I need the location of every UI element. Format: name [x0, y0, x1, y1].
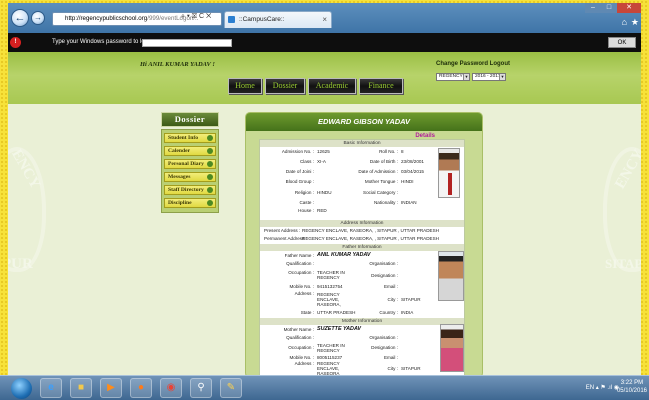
date-of-admission: 03/04/2015 — [401, 169, 424, 174]
father-photo — [438, 251, 464, 301]
page-icon — [228, 16, 235, 23]
chevron-down-icon: ▼ — [463, 74, 469, 80]
warning-icon: ! — [10, 37, 21, 48]
system-tray[interactable]: EN ▴ ⚑ .ıl ◉ — [586, 384, 619, 391]
menu-finance[interactable]: Finance — [359, 78, 403, 94]
father-occupation: TEACHER IN REGENCY — [317, 270, 345, 280]
browser-titlebar: ← → http://regencypublicschool.org/999/e… — [8, 3, 641, 33]
bullet-icon — [207, 148, 213, 154]
father-mobile: 9415132754 — [317, 284, 343, 289]
maximize-icon[interactable]: □ — [601, 3, 617, 13]
back-button[interactable]: ← — [11, 9, 29, 27]
sidebar-item-personal-diary[interactable]: Personal Diary — [164, 159, 216, 169]
chevron-down-icon: ▼ — [499, 74, 505, 80]
ok-button[interactable]: OK — [608, 37, 636, 48]
minimize-icon[interactable]: – — [585, 3, 601, 13]
paint-taskbar-icon[interactable]: ✎ — [220, 378, 242, 398]
father-country: INDIA — [401, 310, 414, 315]
explorer-taskbar-icon[interactable]: ■ — [70, 378, 92, 398]
mother-mobile: 8005115237 — [317, 355, 343, 360]
school-select[interactable]: REGENCY ▼ — [436, 73, 470, 81]
religion: HINDU — [317, 190, 332, 195]
welcome-text: Hi ANIL KUMAR YADAV ! — [140, 61, 215, 68]
page-content: ENCY PUR ENCY SITAPUR Hi ANIL KUMAR YADA… — [8, 52, 641, 378]
clock-date: 05/10/2016 — [616, 388, 647, 394]
site-header: Hi ANIL KUMAR YADAV ! Change Password Lo… — [8, 52, 641, 104]
notice-text: Type your Windows password to log on — [52, 39, 157, 45]
right-crest-watermark: ENCY SITAPUR — [603, 147, 641, 272]
bullet-icon — [207, 174, 213, 180]
roll-no: 8 — [401, 149, 404, 154]
tab-title: ::CampusCare:: — [239, 16, 285, 23]
basic-info-header: Basic Information — [260, 140, 464, 147]
media-player-taskbar-icon[interactable]: ▶ — [100, 378, 122, 398]
student-photo — [438, 148, 460, 198]
father-name: ANIL KUMAR YADAV — [317, 252, 371, 258]
address-host: http://regencypublicschool.org — [65, 15, 148, 22]
taskbar: e ■ ▶ ● ◉ ⚲ ✎ EN ▴ ⚑ .ıl ◉ 3:22 PM 05/10… — [0, 375, 649, 400]
class: XI-A — [317, 159, 326, 164]
firefox-taskbar-icon[interactable]: ● — [130, 378, 152, 398]
chrome-taskbar-icon[interactable]: ◉ — [160, 378, 182, 398]
permanent-address: REGENCY ENCLAVE, RASEORA, , SITAPUR , UT… — [302, 236, 439, 241]
mother-occupation: TEACHER IN REGENCY — [317, 343, 345, 353]
session-select[interactable]: 2016 - 2017 ▼ — [472, 73, 506, 81]
home-icon[interactable]: ⌂ — [622, 17, 627, 27]
sidebar-item-calender[interactable]: Calender — [164, 146, 216, 156]
tab-campuscare[interactable]: ::CampusCare:: × — [224, 11, 332, 28]
menu-home[interactable]: Home — [228, 78, 262, 94]
ie-taskbar-icon[interactable]: e — [40, 378, 62, 398]
window-controls: – □ ✕ — [585, 3, 641, 13]
admission-no: 12625 — [317, 149, 330, 154]
clock-time: 3:22 PM — [620, 380, 644, 386]
mother-name: SUZETTE YADAV — [317, 326, 362, 332]
left-crest-watermark: ENCY PUR — [8, 147, 46, 272]
bullet-icon — [207, 187, 213, 193]
father-city: SITAPUR — [401, 297, 421, 302]
favorites-icon[interactable]: ★ — [631, 17, 639, 28]
menu-academic[interactable]: Academic — [308, 78, 356, 94]
student-card: EDWARD GIBSON YADAV Details Basic Inform… — [245, 112, 483, 378]
password-notice-bar: ! Type your Windows password to log on O… — [8, 33, 641, 52]
forward-button[interactable]: → — [31, 11, 45, 25]
bullet-icon — [207, 200, 213, 206]
address-bar-controls[interactable]: ⌕ ▾ ☒ C ✕ — [181, 13, 211, 21]
search-taskbar-icon[interactable]: ⚲ — [190, 378, 212, 398]
sidebar: Student Info Calender Personal Diary Mes… — [161, 129, 219, 213]
mother-info-header: Mother Information — [260, 318, 464, 325]
student-name-title: EDWARD GIBSON YADAV — [246, 113, 482, 131]
tab-close-icon[interactable]: × — [322, 12, 327, 27]
bullet-icon — [207, 135, 213, 141]
sidebar-item-staff-directory[interactable]: Staff Directory — [164, 185, 216, 195]
sidebar-title: Dossier — [161, 112, 219, 127]
sidebar-item-messages[interactable]: Messages — [164, 172, 216, 182]
clock[interactable]: 3:22 PM 05/10/2016 — [617, 379, 647, 395]
mother-city: SITAPUR — [401, 366, 421, 371]
sidebar-item-student-info[interactable]: Student Info — [164, 133, 216, 143]
nationality: INDIAN — [401, 200, 417, 205]
close-window-icon[interactable]: ✕ — [617, 3, 641, 13]
mother-tongue: HINDI — [401, 179, 414, 184]
address-info-header: Address Information — [260, 220, 464, 227]
student-details-panel: Basic Information Admission No. : 12625 … — [259, 139, 465, 378]
password-input[interactable] — [142, 39, 232, 47]
present-address: REGENCY ENCLAVE, RASEORA, , SITAPUR , UT… — [302, 228, 439, 233]
sidebar-item-discipline[interactable]: Discipline — [164, 198, 216, 208]
mother-photo — [440, 324, 464, 372]
house: RED — [317, 208, 327, 213]
screen: ← → http://regencypublicschool.org/999/e… — [8, 3, 641, 378]
change-password-logout-links[interactable]: Change Password Logout — [436, 61, 510, 67]
father-info-header: Father Information — [260, 244, 464, 251]
start-button[interactable] — [11, 378, 32, 399]
date-of-birth: 23/08/2001 — [401, 159, 424, 164]
menu-dossier[interactable]: Dossier — [265, 78, 305, 94]
bullet-icon — [207, 161, 213, 167]
